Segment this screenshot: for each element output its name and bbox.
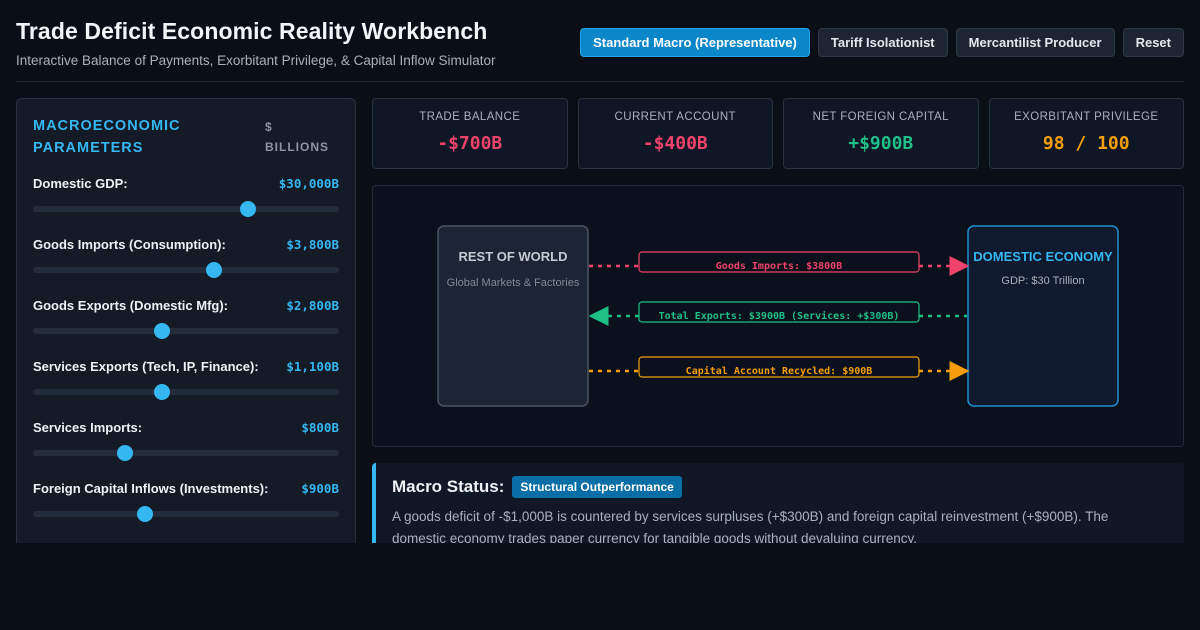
domestic-economy-node: DOMESTIC ECONOMY GDP: $30 Trillion xyxy=(967,225,1119,407)
total-exports-flow-label: Total Exports: $3900B (Services: +$300B) xyxy=(659,310,900,322)
param-label: Goods Imports (Consumption): xyxy=(33,236,226,252)
param-value: $2,800B xyxy=(286,297,339,313)
goods-exports-slider[interactable] xyxy=(33,323,339,339)
param-value: $3,800B xyxy=(286,236,339,252)
slider-thumb[interactable] xyxy=(136,506,153,522)
parameters-title: Macroeconomic Parameters xyxy=(33,118,181,156)
metric-value: +$900B xyxy=(848,133,914,154)
scenario-tariff-isolationist-button[interactable]: Tariff Isolationist xyxy=(817,28,948,57)
param-label: Services Imports: xyxy=(33,419,143,435)
slider-thumb[interactable] xyxy=(153,323,170,339)
reset-button[interactable]: Reset xyxy=(1122,28,1184,57)
metric-cards: Trade Balance -$700B Current Account -$4… xyxy=(372,98,1184,169)
slider-thumb[interactable] xyxy=(116,445,133,461)
capital-account-flow: Capital Account Recycled: $900B xyxy=(589,356,970,381)
slider-thumb[interactable] xyxy=(153,384,170,400)
macro-status-text: A goods deficit of -$1,000B is countered… xyxy=(392,509,1109,543)
status-badge: Structural Outperformance xyxy=(512,476,682,498)
param-value: $1,100B xyxy=(286,358,339,374)
param-label: Domestic GDP: xyxy=(33,175,128,191)
services-exports-slider[interactable] xyxy=(33,384,339,400)
param-label: Services Exports (Tech, IP, Finance): xyxy=(33,358,259,374)
macro-status-panel: Macro Status: Structural Outperformance … xyxy=(372,463,1184,543)
flow-diagram-canvas: REST OF WORLD Global Markets & Factories… xyxy=(437,225,1119,407)
param-value: $800B xyxy=(301,419,339,435)
param-goods-imports: Goods Imports (Consumption): $3,800B xyxy=(33,236,339,297)
metric-trade-balance: Trade Balance -$700B xyxy=(372,98,568,169)
metric-value: 98 / 100 xyxy=(1042,133,1130,154)
services-imports-slider[interactable] xyxy=(33,445,339,461)
metric-value: -$700B xyxy=(437,133,503,154)
goods-imports-slider[interactable] xyxy=(33,262,339,278)
macro-status-header: Macro Status: Structural Outperformance xyxy=(392,476,1168,498)
param-value: $900B xyxy=(301,480,339,496)
total-exports-flow: Total Exports: $3900B (Services: +$300B) xyxy=(588,301,967,326)
param-foreign-capital-inflows: Foreign Capital Inflows (Investments): $… xyxy=(33,480,339,541)
scenario-standard-macro-button[interactable]: Standard Macro (Representative) xyxy=(580,28,810,57)
rest-of-world-node: REST OF WORLD Global Markets & Factories xyxy=(437,225,589,407)
capital-inflows-slider[interactable] xyxy=(33,506,339,522)
goods-imports-flow-label: Goods Imports: $3800B xyxy=(716,261,842,272)
slider-thumb[interactable] xyxy=(205,262,222,278)
parameters-unit: $ Billions xyxy=(265,120,329,154)
goods-imports-flow: Goods Imports: $3800B xyxy=(589,251,970,276)
metric-label: Current Account xyxy=(614,111,736,123)
param-services-imports: Services Imports: $800B xyxy=(33,419,339,480)
metric-label: Net Foreign Capital xyxy=(812,111,949,123)
metric-current-account: Current Account -$400B xyxy=(577,98,773,169)
domestic-economy-subtitle: GDP: $30 Trillion xyxy=(1001,275,1084,287)
gdp-slider[interactable] xyxy=(33,201,339,217)
metric-exorbitant-privilege: Exorbitant Privilege 98 / 100 xyxy=(988,98,1184,169)
scenario-toolbar: Standard Macro (Representative) Tariff I… xyxy=(580,28,1184,57)
metric-net-foreign-capital: Net Foreign Capital +$900B xyxy=(783,98,979,169)
slider-thumb[interactable] xyxy=(240,201,257,217)
parameters-header: Macroeconomic Parameters $ Billions xyxy=(33,115,339,175)
parameters-panel: Macroeconomic Parameters $ Billions Dome… xyxy=(16,98,356,543)
metric-value: -$400B xyxy=(642,133,708,154)
param-goods-exports: Goods Exports (Domestic Mfg): $2,800B xyxy=(33,297,339,358)
rest-of-world-subtitle: Global Markets & Factories xyxy=(447,277,580,289)
rest-of-world-title: REST OF WORLD xyxy=(458,249,567,264)
domestic-economy-title: DOMESTIC ECONOMY xyxy=(973,249,1113,264)
metric-label: Trade Balance xyxy=(419,111,521,123)
header: Trade Deficit Economic Reality Workbench… xyxy=(16,18,1184,82)
metric-label: Exorbitant Privilege xyxy=(1014,111,1159,123)
macro-status-title: Macro Status: xyxy=(392,477,505,496)
scenario-mercantilist-producer-button[interactable]: Mercantilist Producer xyxy=(955,28,1115,57)
param-services-exports: Services Exports (Tech, IP, Finance): $1… xyxy=(33,358,339,419)
flow-diagram: REST OF WORLD Global Markets & Factories… xyxy=(372,185,1184,447)
param-value: $30,000B xyxy=(278,175,339,191)
app-shell: Trade Deficit Economic Reality Workbench… xyxy=(0,0,1200,543)
param-domestic-gdp: Domestic GDP: $30,000B xyxy=(33,175,339,236)
capital-account-flow-label: Capital Account Recycled: $900B xyxy=(686,365,873,377)
param-label: Goods Exports (Domestic Mfg): xyxy=(33,297,229,313)
param-label: Foreign Capital Inflows (Investments): xyxy=(33,480,269,496)
